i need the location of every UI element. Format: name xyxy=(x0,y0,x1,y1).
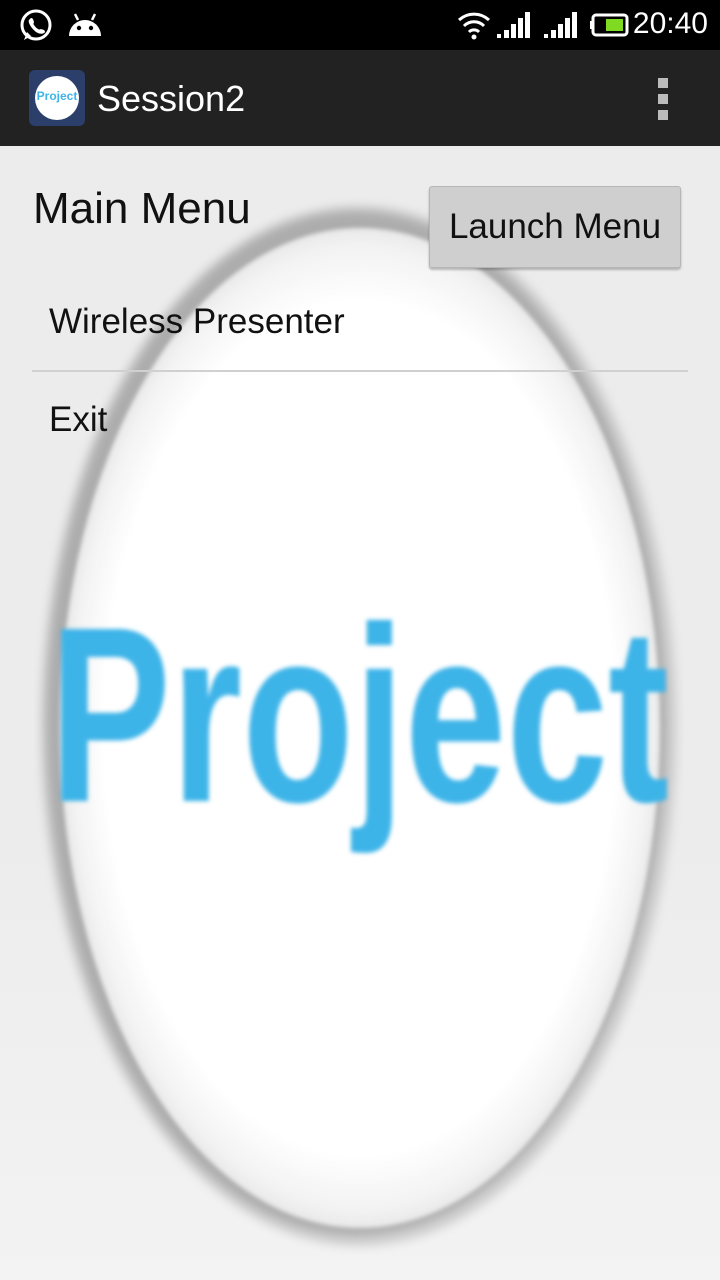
status-bar: 20:40 xyxy=(0,0,720,50)
signal-icon-2 xyxy=(544,12,577,38)
app-icon[interactable]: Project xyxy=(29,70,85,126)
launch-menu-button[interactable]: Launch Menu xyxy=(429,186,681,268)
whatsapp-icon xyxy=(20,9,52,41)
app-icon-text: Project xyxy=(36,89,78,103)
menu-item-exit[interactable]: Exit xyxy=(49,400,107,440)
menu-divider xyxy=(32,370,688,372)
overflow-menu-icon[interactable] xyxy=(646,78,680,122)
android-icon xyxy=(69,13,101,36)
wifi-icon xyxy=(457,12,491,40)
background-logo: Project xyxy=(41,206,677,1246)
action-bar: Project Session2 xyxy=(0,50,720,146)
clock-time: 20:40 xyxy=(632,7,708,40)
signal-icon-1 xyxy=(497,12,530,38)
background-logo-text: Project xyxy=(49,575,669,854)
main-menu-title: Main Menu xyxy=(33,184,251,233)
menu-item-wireless-presenter[interactable]: Wireless Presenter xyxy=(49,302,345,342)
app-title: Session2 xyxy=(97,78,246,119)
main-content: Project Main Menu Launch Menu Wireless P… xyxy=(0,146,720,1280)
battery-icon xyxy=(590,13,629,37)
